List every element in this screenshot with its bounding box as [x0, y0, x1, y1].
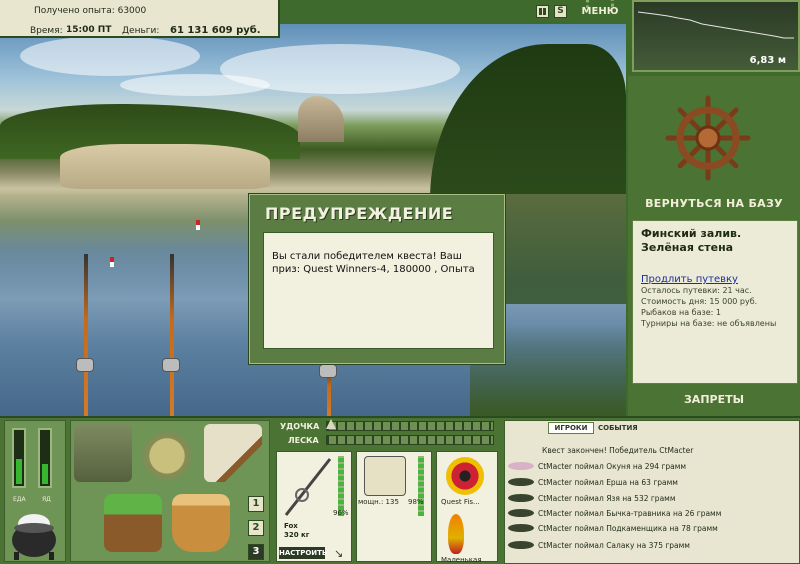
reel-icon — [76, 358, 94, 372]
tournaments: Турниры на базе: не объявлены — [641, 319, 777, 328]
money-label: Деньги: — [122, 26, 160, 36]
set-button-2[interactable]: 2 — [248, 520, 264, 536]
basket-icon[interactable] — [104, 494, 162, 552]
rod-name: Fox — [284, 522, 298, 530]
set-button-3[interactable]: 3 — [248, 544, 264, 560]
cloud — [20, 36, 200, 76]
event-text: CtMacter поймал Салаку на 375 грамм — [538, 540, 690, 550]
fishing-rod-2[interactable] — [170, 254, 174, 416]
gauge-marker-icon — [326, 419, 336, 429]
dialog-title: ПРЕДУПРЕЖДЕНИЕ — [265, 204, 454, 223]
tackle-box-icon[interactable] — [74, 424, 132, 482]
event-row: CtMacter поймал Салаку на 375 грамм — [508, 537, 796, 552]
reel-durability-bar — [418, 456, 424, 516]
event-row: Квест закончен! Победитель CtMacter — [508, 442, 796, 457]
food-meter — [12, 428, 26, 488]
ship-wheel-icon[interactable] — [664, 94, 752, 182]
rod-durability-bar — [338, 456, 344, 516]
rod-weight: 320 кг — [284, 531, 310, 539]
event-text: CtMacter поймал Бычка-травника на 26 гра… — [538, 508, 722, 518]
money-value: 61 131 609 руб. — [170, 25, 261, 36]
reel-item-icon — [364, 456, 406, 496]
reel-icon — [162, 358, 180, 372]
event-text: CtMacter поймал Ерша на 63 грамм — [538, 477, 678, 487]
cauldron-icon[interactable] — [8, 508, 60, 560]
fish-icon — [508, 478, 534, 486]
arrow-down-right-icon[interactable]: ↘ — [334, 547, 343, 560]
reel-power: мощн.: 135 — [358, 498, 399, 506]
food-label: ЕДА — [13, 496, 26, 503]
extend-permit-link[interactable]: Продлить путевку — [641, 274, 789, 285]
fishing-rod-1[interactable] — [84, 254, 88, 416]
fish-icon — [508, 524, 534, 532]
event-text: CtMacter поймал Подкаменщика на 78 грамм — [538, 523, 718, 533]
event-text: Квест закончен! Победитель CtMacter — [542, 445, 694, 455]
event-row: CtMacter поймал Ерша на 63 грамм — [508, 474, 796, 489]
bobber[interactable] — [110, 257, 114, 267]
tab-events[interactable]: СОБЫТИЯ — [598, 422, 638, 434]
rod-tension-gauge — [326, 421, 494, 431]
poison-meter-fill — [42, 464, 48, 484]
lure-name: Маленькая — [441, 556, 482, 564]
lure-icon[interactable] — [448, 514, 464, 554]
experience-text: Получено опыта: 63000 — [34, 6, 147, 16]
line-name: Quest Fis... — [441, 498, 480, 506]
fish-icon — [508, 494, 534, 502]
warning-dialog: ПРЕДУПРЕЖДЕНИЕ Вы стали победителем квес… — [248, 193, 506, 365]
event-row: CtMacter поймал Подкаменщика на 78 грамм — [508, 520, 796, 535]
event-text: CtMacter поймал Язя на 532 грамм — [538, 493, 676, 503]
tab-players[interactable]: ИГРОКИ — [548, 422, 594, 434]
bait-bag-icon[interactable] — [138, 424, 196, 482]
rod-gauge-label: УДОЧКА — [280, 422, 320, 431]
poison-meter — [38, 428, 52, 488]
sound-icon[interactable]: S — [554, 5, 567, 18]
event-row: CtMacter поймал Язя на 532 грамм — [508, 490, 796, 505]
event-row: CtMacter поймал Бычка-травника на 26 гра… — [508, 505, 796, 520]
fish-icon — [508, 509, 534, 517]
setup-button[interactable]: НАСТРОИТЬ — [279, 547, 327, 559]
return-to-base-button[interactable]: ВЕРНУТЬСЯ НА БАЗУ — [634, 197, 794, 210]
location-title: Финский залив. Зелёная стена — [641, 227, 742, 254]
restrictions-button[interactable]: ЗАПРЕТЫ — [634, 393, 794, 406]
event-text: CtMacter поймал Окуня на 294 грамм — [538, 461, 687, 471]
perch-icon — [508, 462, 534, 470]
depth-chart: 6,83 м — [632, 0, 800, 72]
bucket-icon[interactable] — [172, 494, 230, 552]
rocks-shore — [60, 144, 270, 189]
reel-icon — [319, 364, 337, 378]
time-label: Время: — [30, 26, 63, 36]
cloud — [120, 74, 270, 96]
rock-peak — [298, 96, 344, 142]
set-button-1[interactable]: 1 — [248, 496, 264, 512]
day-cost: Стоимость дня: 15 000 руб. — [641, 297, 758, 306]
bobber[interactable] — [196, 220, 200, 230]
fishers-on-base: Рыбаков на базе: 1 — [641, 308, 721, 317]
menu-button[interactable]: МЕНЮ — [578, 2, 622, 22]
poison-label: ЯД — [42, 496, 51, 503]
time-value: 15:00 ПТ — [66, 25, 112, 35]
dialog-message: Вы стали победителем квеста! Ваш приз: Q… — [263, 232, 494, 349]
pause-icon[interactable] — [536, 5, 549, 18]
location-panel: Финский залив. Зелёная стена Продлить пу… — [632, 220, 798, 384]
fish-icon — [508, 541, 534, 549]
line-tension-gauge — [326, 435, 494, 445]
reel-percent: 98% — [408, 498, 424, 506]
permit-remaining: Осталось путевки: 21 час. — [641, 286, 752, 295]
event-row: CtMacter поймал Окуня на 294 грамм — [508, 458, 796, 473]
notes-icon[interactable] — [204, 424, 262, 482]
line-spool-icon — [446, 457, 484, 495]
food-meter-fill — [16, 458, 22, 484]
line-gauge-label: ЛЕСКА — [288, 436, 319, 445]
player-info-panel: Получено опыта: 63000 Время: 15:00 ПТ Де… — [0, 0, 280, 38]
depth-value: 6,83 м — [749, 55, 786, 66]
rod-percent: 96% — [333, 509, 349, 517]
rod-icon — [284, 458, 332, 516]
